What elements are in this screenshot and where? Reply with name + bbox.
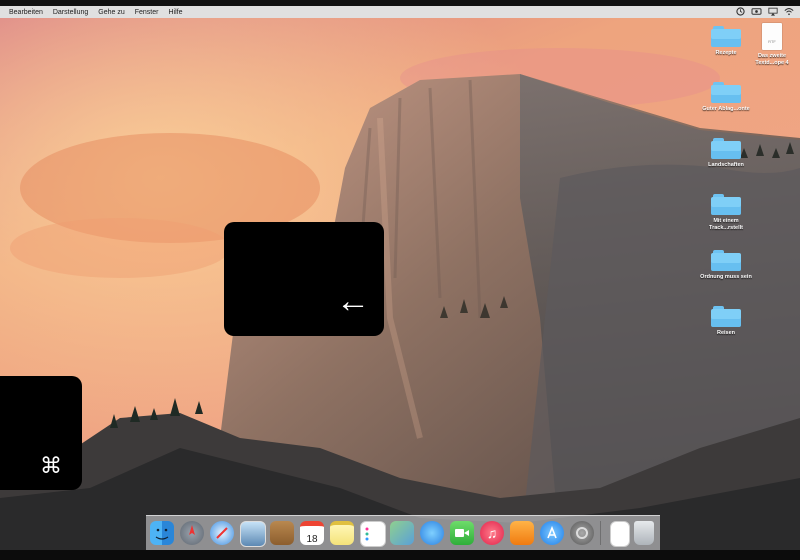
launchpad-icon[interactable]	[180, 521, 204, 545]
wifi-icon[interactable]	[784, 7, 794, 18]
dock: 18 ♫	[146, 515, 660, 551]
screen-recorder-icon[interactable]	[751, 7, 762, 18]
folder-icon	[711, 26, 741, 47]
desktop-file-rtf[interactable]: RTF Das zweite Textd...ope 4	[744, 23, 800, 67]
app-store-icon[interactable]	[540, 521, 564, 545]
folder-icon	[711, 138, 741, 159]
desktop-folder-ordnung-muss-sein[interactable]: Ordnung muss sein	[698, 250, 754, 281]
desktop-icon-label: Ordnung muss sein	[700, 274, 752, 280]
notes-icon[interactable]	[330, 521, 354, 545]
menu-gehe-zu[interactable]: Gehe zu	[93, 9, 129, 16]
reminders-icon[interactable]	[360, 521, 386, 547]
document-icon[interactable]	[610, 521, 630, 547]
desktop-folder-landschaften[interactable]: Landschaften	[698, 138, 754, 169]
keystroke-overlay-command: ⌘	[0, 376, 82, 490]
status-menu-area	[736, 6, 794, 18]
desktop-icon-label: Landschaften	[708, 162, 744, 168]
rtf-document-icon: RTF	[762, 23, 782, 50]
menu-bar: Bearbeiten Darstellung Gehe zu Fenster H…	[0, 6, 800, 18]
desktop[interactable]: Rezepte RTF Das zweite Textd...ope 4 Gut…	[0, 18, 800, 550]
ibooks-icon[interactable]	[510, 521, 534, 545]
calendar-icon[interactable]: 18	[300, 521, 324, 545]
keystroke-overlay-left-arrow: ←	[224, 222, 384, 336]
menu-bearbeiten[interactable]: Bearbeiten	[0, 9, 48, 16]
contacts-icon[interactable]	[270, 521, 294, 545]
menu-darstellung[interactable]: Darstellung	[48, 9, 93, 16]
desktop-folder-mit-einem-track[interactable]: Mit einem Track...rstellt	[698, 194, 754, 232]
folder-icon	[711, 306, 741, 327]
folder-icon	[711, 82, 741, 103]
time-machine-icon[interactable]	[736, 6, 745, 18]
system-preferences-icon[interactable]	[570, 521, 594, 545]
facetime-icon[interactable]	[450, 521, 474, 545]
safari-icon[interactable]	[210, 521, 234, 545]
desktop-folder-guter-ablag[interactable]: Guter Ablag...onte	[698, 82, 754, 113]
menu-hilfe[interactable]: Hilfe	[163, 9, 187, 16]
itunes-icon[interactable]: ♫	[480, 521, 504, 545]
desktop-folder-reisen[interactable]: Reisen	[698, 306, 754, 337]
photos-icon[interactable]	[390, 521, 414, 545]
airplay-icon[interactable]	[768, 7, 778, 18]
desktop-icon-label: Mit einem Track...rstellt	[709, 218, 743, 231]
rtf-badge: RTF	[768, 39, 776, 44]
preview-icon[interactable]	[240, 521, 266, 547]
folder-icon	[711, 194, 741, 215]
desktop-icon-label: Guter Ablag...onte	[702, 106, 750, 112]
screen-bottom-edge	[0, 550, 800, 560]
folder-icon	[711, 250, 741, 271]
finder-icon[interactable]	[150, 521, 174, 545]
messages-icon[interactable]	[420, 521, 444, 545]
menu-fenster[interactable]: Fenster	[130, 9, 164, 16]
dock-separator	[600, 521, 601, 545]
wallpaper-yosemite	[0, 18, 800, 550]
left-arrow-icon: ←	[336, 282, 370, 320]
desktop-icon-label: Das zweite Textd...ope 4	[755, 53, 789, 66]
trash-icon[interactable]	[634, 521, 654, 545]
command-key-icon: ⌘	[40, 453, 62, 478]
desktop-icon-label: Reisen	[716, 330, 736, 336]
